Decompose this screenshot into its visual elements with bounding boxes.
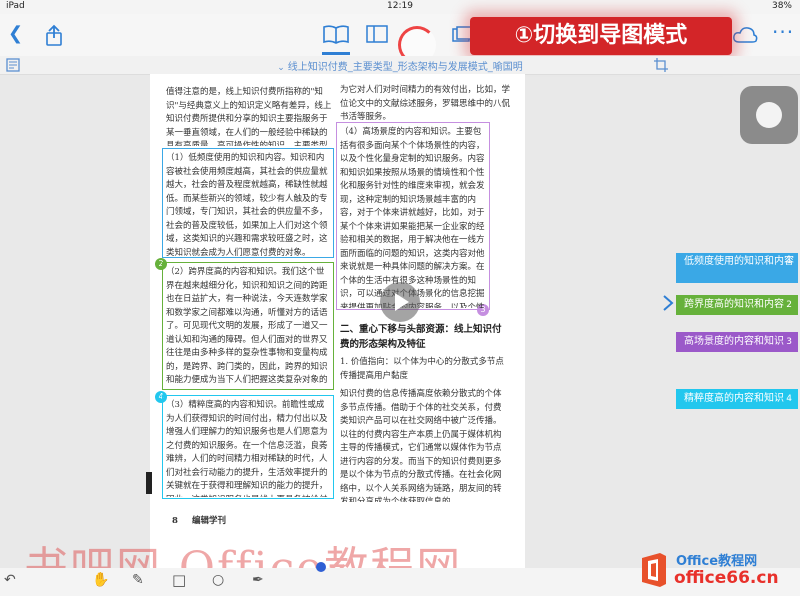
document-title-bar: ⌄ 线上知识付费_主要类型_形态架构与发展模式_喻国明 [0, 56, 800, 75]
mindmap-node-4[interactable]: 精粹度高的内容和知识 4 [676, 389, 798, 409]
book-icon[interactable] [322, 24, 350, 46]
page-edge-marker [146, 472, 152, 494]
logo-site: office66.cn [674, 568, 779, 588]
pen-icon[interactable]: ✒ [252, 572, 264, 588]
site-logo: Office教程网 office66.cn [636, 548, 796, 594]
logo-brand: Office教程网 [676, 554, 758, 569]
lasso-icon[interactable]: ○ [212, 572, 224, 588]
undo-icon[interactable]: ↶ [4, 572, 16, 588]
mindmap-node-1[interactable]: 低频度使用的知识和内容 1 [676, 253, 798, 283]
cloud-sync-icon[interactable] [732, 26, 758, 44]
assistive-touch-button[interactable] [740, 86, 798, 144]
mindmap-node-3[interactable]: 高场景度的内容和知识 3 [676, 332, 798, 352]
section-heading: 二、重心下移与头部资源：线上知识付费的形态架构及特征 [340, 324, 502, 350]
hand-icon[interactable]: ✋ [92, 572, 109, 588]
active-tab-indicator [322, 52, 350, 55]
page-number: 8 [172, 516, 178, 526]
crop-icon[interactable] [654, 58, 668, 72]
shape-icon[interactable]: □ [172, 571, 186, 589]
journal-footer: 编辑学刊 [192, 516, 227, 526]
subsection-heading: 1. 价值指向：以个体为中心的分散式多节点传播提高用户黏度 [340, 357, 504, 381]
document-page[interactable]: 值得注意的是，线上知识付费所指称的"知识"与经典意义上的知识定义略有差异，线上知… [146, 74, 525, 576]
annotation-callout: ①切换到导图模式 [470, 17, 732, 55]
sidebar-layout-icon[interactable] [366, 25, 388, 43]
box1-text: （1）低频度使用的知识和内容。知识和内容被社会使用频度越高，其社会的供应量就越大… [166, 153, 328, 256]
collapse-panel-chevron-icon[interactable] [662, 294, 674, 312]
box4-text: （4）高场景度的内容和知识。主要包括有很多面向某个个体场景性的内容，以及个性化量… [340, 127, 485, 308]
document-title[interactable]: ⌄ 线上知识付费_主要类型_形态架构与发展模式_喻国明 [0, 58, 800, 73]
dropdown-chevron-icon: ⌄ [277, 63, 288, 73]
box3-text: （3）精粹度高的内容和知识。前瞻性或成为人们获得知识的时间付出，精力付出以及增强… [166, 400, 328, 497]
back-chevron-icon[interactable]: ❮ [8, 22, 23, 46]
right-intro-text: 为它对人们对时间精力的有效付出，比如，学位论文中的文献综述服务，罗辑思维中的八侃… [340, 85, 510, 122]
more-icon[interactable]: ··· [772, 20, 794, 44]
mindmap-node-2[interactable]: 跨界度高的知识和内容 2 [676, 295, 798, 315]
body-text: 知识付费的信息传播高度依赖分散式的个体多节点传播。借助于个体的社交关系，付费类知… [340, 389, 502, 502]
clock: 12:19 [387, 1, 413, 11]
battery-label: 38% [771, 1, 792, 11]
highlighter-icon[interactable]: ✎ [132, 572, 144, 588]
status-bar: iPad 12:19 38% [0, 0, 800, 14]
left-intro-text: 值得注意的是，线上知识付费所指称的"知识"与经典意义上的知识定义略有差异，线上知… [166, 87, 332, 146]
video-play-button[interactable] [380, 282, 420, 322]
progress-handle[interactable] [316, 562, 326, 572]
share-icon[interactable] [44, 24, 64, 46]
office-logo-icon [642, 553, 666, 587]
box2-text: （2）跨界度高的内容和知识。我们这个世界在越来越细分化，知识和知识之间的跨距也在… [166, 267, 328, 385]
